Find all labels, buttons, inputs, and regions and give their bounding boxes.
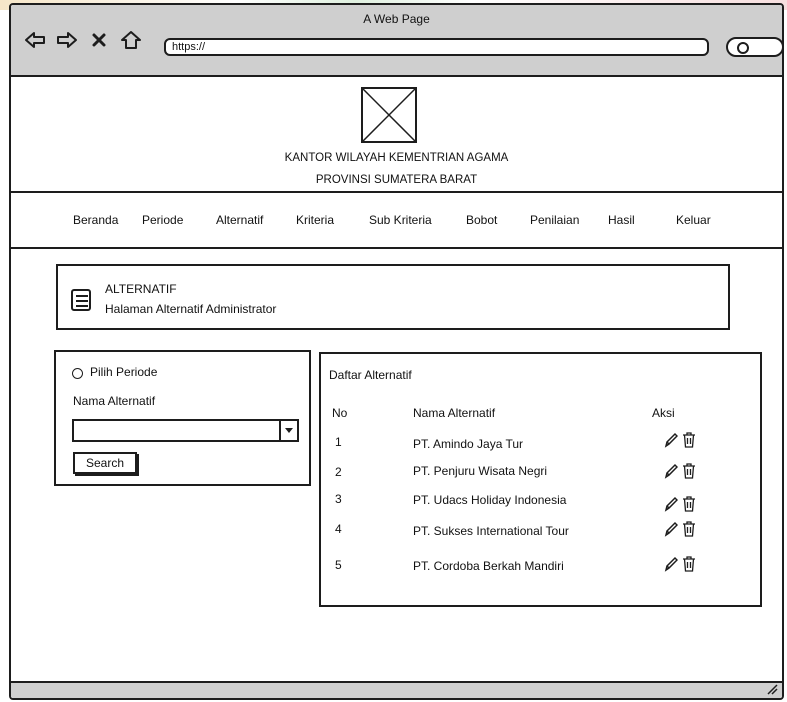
nav-item-alternatif[interactable]: Alternatif: [216, 213, 263, 227]
edit-pencil-icon[interactable]: [664, 521, 679, 542]
page-header-card: ALTERNATIF Halaman Alternatif Administra…: [56, 264, 730, 330]
address-bar[interactable]: https://: [164, 38, 709, 56]
nav-item-periode[interactable]: Periode: [142, 213, 183, 227]
row-5-actions: [664, 556, 696, 577]
search-icon: [737, 42, 749, 54]
periode-radio-label: Pilih Periode: [90, 365, 158, 379]
row-4-name: PT. Sukses International Tour: [413, 524, 569, 538]
organization-name: KANTOR WILAYAH KEMENTRIAN AGAMA: [284, 152, 509, 164]
edit-pencil-icon[interactable]: [664, 556, 679, 577]
column-header-action: Aksi: [652, 406, 675, 420]
alternatif-select[interactable]: [72, 419, 299, 442]
page-subtitle: Halaman Alternatif Administrator: [105, 302, 277, 316]
column-header-no: No: [332, 406, 348, 420]
alternatif-field-label: Nama Alternatif: [73, 394, 156, 408]
logo-placeholder-image: [361, 87, 417, 143]
delete-trash-icon[interactable]: [682, 463, 696, 484]
chevron-down-icon[interactable]: [279, 421, 297, 440]
page-title: ALTERNATIF: [105, 282, 177, 296]
row-2-actions: [664, 463, 696, 484]
row-5-name: PT. Cordoba Berkah Mandiri: [413, 559, 564, 573]
nav-item-sub-kriteria[interactable]: Sub Kriteria: [369, 213, 432, 227]
browser-status-bar: [11, 681, 782, 698]
nav-item-bobot[interactable]: Bobot: [466, 213, 497, 227]
site-header: KANTOR WILAYAH KEMENTRIAN AGAMA PROVINSI…: [11, 77, 782, 193]
table-title: Daftar Alternatif: [329, 368, 412, 382]
nav-item-hasil[interactable]: Hasil: [608, 213, 635, 227]
row-4-actions: [664, 521, 696, 542]
edit-pencil-icon[interactable]: [664, 432, 679, 453]
row-1-no: 1: [335, 435, 342, 449]
row-3-no: 3: [335, 492, 342, 506]
browser-search-box[interactable]: [726, 37, 782, 57]
delete-trash-icon[interactable]: [682, 556, 696, 577]
alternatif-table-panel: Daftar Alternatif No Nama Alternatif Aks…: [319, 352, 762, 607]
address-bar-text: https://: [172, 41, 206, 53]
forward-arrow-icon[interactable]: [55, 29, 79, 51]
nav-item-keluar[interactable]: Keluar: [676, 213, 711, 227]
window-title: A Web Page: [363, 12, 430, 26]
nav-item-kriteria[interactable]: Kriteria: [296, 213, 334, 227]
row-3-name: PT. Udacs Holiday Indonesia: [413, 493, 567, 507]
delete-trash-icon[interactable]: [682, 432, 696, 453]
row-5-no: 5: [335, 558, 342, 572]
column-header-name: Nama Alternatif: [413, 406, 496, 420]
row-1-actions: [664, 432, 696, 453]
browser-titlebar: A Web Page https://: [11, 5, 782, 77]
nav-item-beranda[interactable]: Beranda: [73, 213, 118, 227]
delete-trash-icon[interactable]: [682, 521, 696, 542]
browser-nav-buttons: [23, 29, 143, 51]
edit-pencil-icon[interactable]: [664, 463, 679, 484]
row-4-no: 4: [335, 522, 342, 536]
periode-radio[interactable]: [72, 368, 83, 379]
resize-grip-icon[interactable]: [764, 681, 778, 698]
back-arrow-icon[interactable]: [23, 29, 47, 51]
delete-trash-icon[interactable]: [682, 496, 696, 517]
home-icon[interactable]: [119, 29, 143, 51]
filter-panel: Pilih Periode Nama Alternatif Search: [54, 350, 311, 486]
row-2-name: PT. Penjuru Wisata Negri: [413, 464, 548, 478]
edit-pencil-icon[interactable]: [664, 496, 679, 517]
row-3-actions: [664, 496, 696, 517]
row-1-name: PT. Amindo Jaya Tur: [413, 437, 524, 451]
browser-window: A Web Page https:// KANTOR WILAYAH KEMEN…: [9, 3, 784, 700]
list-icon: [71, 289, 91, 311]
row-2-no: 2: [335, 465, 342, 479]
search-button[interactable]: Search: [73, 452, 137, 474]
main-navigation: Beranda Periode Alternatif Kriteria Sub …: [11, 193, 782, 249]
organization-province: PROVINSI SUMATERA BARAT: [315, 174, 478, 186]
nav-item-penilaian[interactable]: Penilaian: [530, 213, 579, 227]
close-icon[interactable]: [87, 29, 111, 51]
